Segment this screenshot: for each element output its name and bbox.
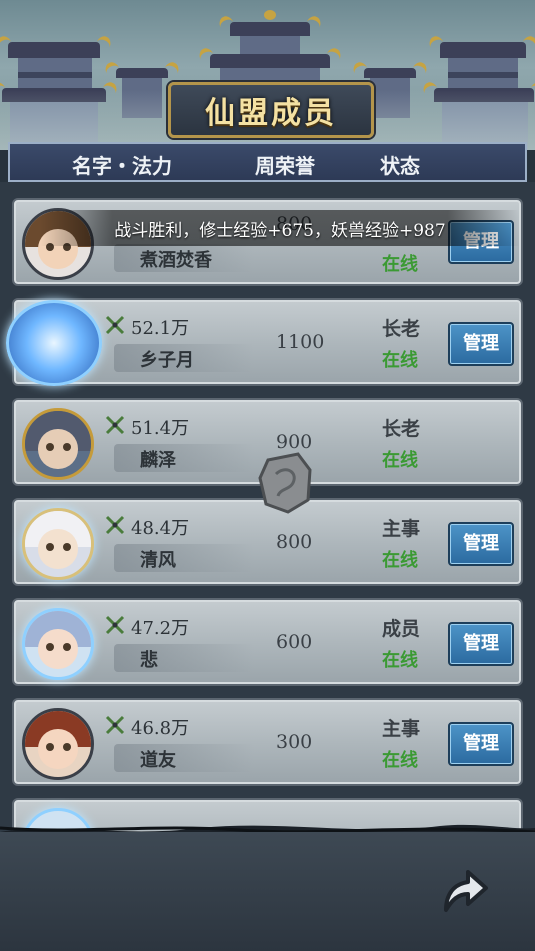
member-name: 悲 xyxy=(140,650,158,671)
member-online: 在线 xyxy=(382,350,418,371)
column-status: 状态 xyxy=(380,154,420,178)
member-power: 46.8万 xyxy=(131,718,190,739)
member-row[interactable]: 46.8万 道友 300 主事 在线 管理 xyxy=(12,698,523,786)
back-arrow-icon[interactable] xyxy=(430,858,494,922)
member-honor: 600 xyxy=(276,631,313,653)
member-name: 乡子月 xyxy=(140,350,194,371)
member-online: 在线 xyxy=(382,650,418,671)
member-online: 在线 xyxy=(382,550,418,571)
manage-button[interactable]: 管理 xyxy=(448,322,514,366)
member-online: 在线 xyxy=(382,450,418,471)
member-name: 麟泽 xyxy=(140,450,176,471)
avatar-crowned-elder[interactable] xyxy=(22,508,94,580)
avatar-blue-spirit-orb[interactable] xyxy=(6,300,102,386)
crossed-sword-icon xyxy=(105,415,125,435)
member-honor: 1100 xyxy=(276,331,325,353)
member-power: 48.4万 xyxy=(131,518,190,539)
title-plaque: 仙盟成员 xyxy=(168,82,374,138)
manage-button[interactable]: 管理 xyxy=(448,522,514,566)
crossed-sword-icon xyxy=(105,515,125,535)
crossed-sword-icon xyxy=(105,615,125,635)
column-weekly-honor: 周荣誉 xyxy=(255,154,315,178)
column-header: 名字・法力 周荣誉 状态 xyxy=(8,142,527,182)
crossed-sword-icon xyxy=(105,715,125,735)
member-rank: 主事 xyxy=(382,718,421,740)
center-temple xyxy=(200,10,340,90)
manage-button[interactable]: 管理 xyxy=(448,622,514,666)
member-honor: 300 xyxy=(276,731,313,753)
member-power: 52.1万 xyxy=(131,318,190,339)
member-honor: 900 xyxy=(276,431,313,453)
member-rank: 长老 xyxy=(382,418,421,440)
member-honor: 800 xyxy=(276,531,313,553)
member-online: 在线 xyxy=(382,254,418,275)
member-rank: 成员 xyxy=(382,618,421,640)
member-name: 道友 xyxy=(140,750,176,771)
crossed-sword-icon xyxy=(105,315,125,335)
member-power: 47.2万 xyxy=(131,618,190,639)
member-row[interactable]: 47.2万 悲 600 成员 在线 管理 xyxy=(12,598,523,686)
stone-rune-icon[interactable] xyxy=(258,452,314,514)
member-online: 在线 xyxy=(382,750,418,771)
column-name-power: 名字・法力 xyxy=(72,154,172,178)
member-power: 51.4万 xyxy=(131,418,190,439)
avatar-red-hair-girl[interactable] xyxy=(22,708,94,780)
page-title: 仙盟成员 xyxy=(205,96,337,131)
avatar-grey-hair-man[interactable] xyxy=(22,408,94,480)
battle-notification: 战斗胜利，修士经验+675，妖兽经验+987 xyxy=(40,210,520,246)
member-rank: 主事 xyxy=(382,518,421,540)
member-name: 清风 xyxy=(140,550,176,571)
notification-text: 战斗胜利，修士经验+675，妖兽经验+987 xyxy=(114,220,446,241)
manage-button[interactable]: 管理 xyxy=(448,722,514,766)
member-rank: 长老 xyxy=(382,318,421,340)
member-row[interactable]: 52.1万 乡子月 1100 长老 在线 管理 xyxy=(6,298,523,386)
avatar-crystal-crown-girl[interactable] xyxy=(22,608,94,680)
header-scene: 仙盟成员 xyxy=(0,0,535,150)
member-name: 煮酒焚香 xyxy=(140,250,212,271)
